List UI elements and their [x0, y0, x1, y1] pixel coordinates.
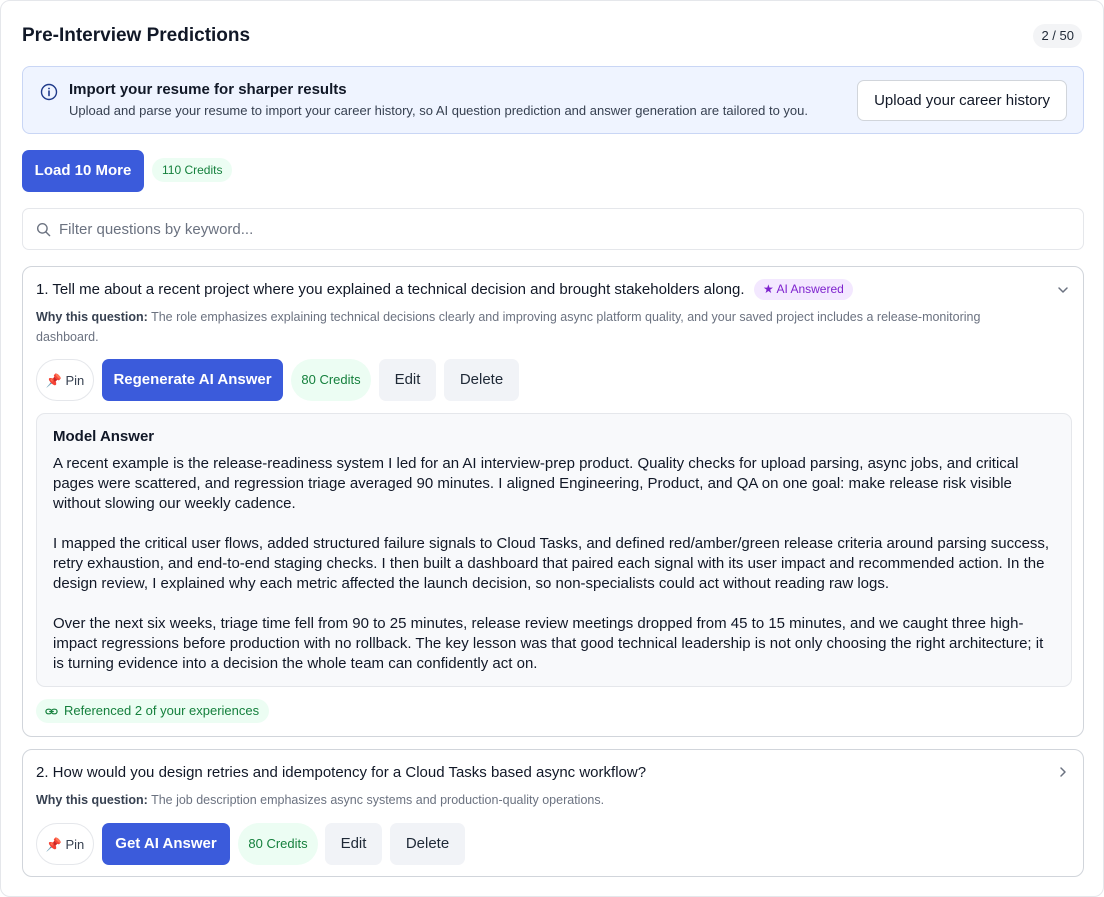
answer-paragraph: A recent example is the release-readines…	[53, 455, 1019, 512]
ai-answered-badge: ★ AI Answered	[754, 279, 853, 300]
question-title[interactable]: 1. Tell me about a recent project where …	[36, 281, 745, 298]
upload-career-history-button[interactable]: Upload your career history	[857, 80, 1067, 121]
search-icon	[36, 222, 51, 237]
delete-button[interactable]: Delete	[444, 359, 519, 401]
model-answer-text: A recent example is the release-readines…	[53, 454, 1057, 694]
why-label: Why this question:	[36, 310, 148, 324]
delete-button[interactable]: Delete	[390, 823, 465, 865]
chevron-right-icon[interactable]	[1056, 765, 1070, 779]
link-icon	[45, 708, 58, 715]
resume-import-banner: Import your resume for sharper results U…	[22, 66, 1084, 134]
regenerate-ai-answer-button[interactable]: Regenerate AI Answer	[102, 359, 283, 401]
pin-button[interactable]: 📌 Pin	[36, 823, 94, 865]
edit-button[interactable]: Edit	[379, 359, 436, 401]
page-title: Pre-Interview Predictions	[22, 25, 251, 46]
why-this-question: Why this question: The role emphasizes e…	[36, 307, 1026, 347]
predictions-panel: Pre-Interview Predictions 2 / 50 Import …	[0, 0, 1104, 897]
pin-label: Pin	[65, 373, 85, 388]
referenced-experiences-badge[interactable]: Referenced 2 of your experiences	[36, 699, 270, 723]
star-icon: ★	[763, 282, 774, 296]
chevron-down-icon[interactable]	[1056, 283, 1070, 297]
model-answer-box: Model Answer A recent example is the rel…	[36, 413, 1072, 687]
why-label: Why this question:	[36, 793, 148, 807]
ai-answered-label: AI Answered	[776, 282, 844, 296]
pin-label: Pin	[65, 837, 85, 852]
why-text: The role emphasizes explaining technical…	[36, 310, 981, 344]
banner-title: Import your resume for sharper results	[69, 81, 347, 98]
question-card: 2. How would you design retries and idem…	[22, 749, 1084, 877]
question-card: 1. Tell me about a recent project where …	[22, 266, 1084, 737]
answer-credits-badge: 80 Credits	[291, 359, 371, 401]
search-input[interactable]	[59, 210, 1069, 248]
pin-icon: 📌	[45, 373, 62, 388]
edit-button[interactable]: Edit	[325, 823, 382, 865]
header: Pre-Interview Predictions 2 / 50	[22, 23, 1082, 49]
answer-credits-badge: 80 Credits	[238, 823, 318, 865]
info-icon	[40, 83, 58, 101]
get-ai-answer-button[interactable]: Get AI Answer	[102, 823, 230, 865]
question-counter-badge: 2 / 50	[1033, 24, 1082, 48]
banner-text: Upload and parse your resume to import y…	[69, 103, 809, 118]
why-this-question: Why this question: The job description e…	[36, 790, 1026, 810]
answer-paragraph: I mapped the critical user flows, added …	[53, 535, 1050, 592]
load-more-button[interactable]: Load 10 More	[22, 150, 144, 192]
question-title[interactable]: 2. How would you design retries and idem…	[36, 764, 646, 781]
search-box[interactable]	[22, 208, 1084, 250]
referenced-label: Referenced 2 of your experiences	[64, 703, 260, 718]
load-more-credits-badge: 110 Credits	[152, 158, 233, 182]
pin-icon: 📌	[45, 837, 62, 852]
why-text: The job description emphasizes async sys…	[151, 793, 605, 807]
answer-paragraph: Over the next six weeks, triage time fel…	[53, 615, 1044, 672]
pin-button[interactable]: 📌 Pin	[36, 359, 94, 401]
model-answer-title: Model Answer	[53, 428, 155, 445]
